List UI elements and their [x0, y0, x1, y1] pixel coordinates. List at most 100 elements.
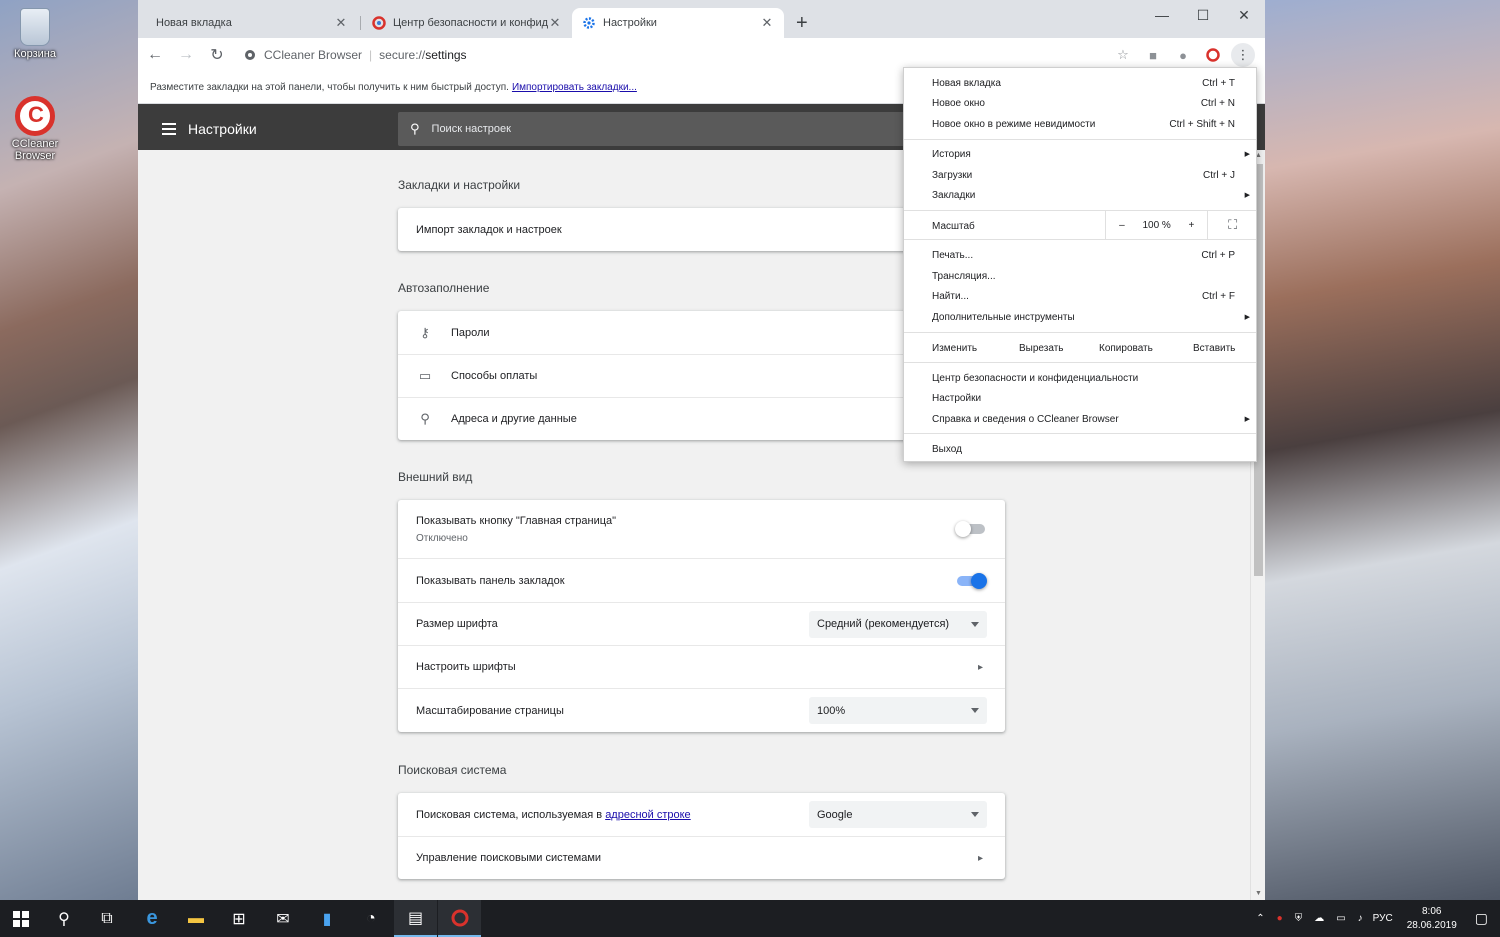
edge-icon: e: [146, 907, 158, 929]
task-view-button[interactable]: ⧉: [86, 900, 128, 937]
store-button[interactable]: ⊞: [218, 900, 260, 937]
zoom-in-button[interactable]: +: [1176, 220, 1208, 231]
zoom-out-button[interactable]: –: [1106, 220, 1138, 231]
menu-shortcut: Ctrl + T: [1202, 77, 1235, 89]
fullscreen-icon[interactable]: ⛶: [1207, 211, 1257, 239]
menu-label: Новое окно: [932, 97, 985, 109]
menu-item-find[interactable]: Найти... Ctrl + F: [904, 286, 1256, 306]
tab-security-center[interactable]: Центр безопасности и конфиде ✕: [362, 8, 572, 38]
video-icon[interactable]: ■: [1141, 43, 1165, 67]
row-sublabel: Отключено: [416, 532, 468, 544]
settings-search-input[interactable]: ⚲ Поиск настроек: [398, 112, 918, 146]
network-icon[interactable]: ▭: [1336, 913, 1345, 924]
zoom-controls: – 100 % + ⛶: [1105, 211, 1257, 239]
menu-item-new-tab[interactable]: Новая вкладка Ctrl + T: [904, 73, 1256, 93]
forward-button[interactable]: →: [172, 41, 200, 69]
shield-icon[interactable]: ⛨: [1295, 913, 1303, 924]
start-button[interactable]: [0, 900, 42, 937]
menu-divider: [904, 332, 1256, 333]
clock[interactable]: 8:06 28.06.2019: [1407, 905, 1457, 933]
page-title: Настройки: [188, 121, 257, 137]
menu-item-cast[interactable]: Трансляция...: [904, 266, 1256, 286]
customize-fonts-row[interactable]: Настроить шрифты ▸: [398, 645, 1005, 688]
menu-hamburger-icon[interactable]: [162, 123, 176, 135]
menu-item-exit[interactable]: Выход: [904, 439, 1256, 459]
font-size-select[interactable]: Средний (рекомендуется): [809, 610, 987, 638]
home-button-toggle[interactable]: [955, 521, 985, 537]
search-engine-select[interactable]: Google: [809, 801, 987, 828]
cloud-icon[interactable]: ☁: [1314, 913, 1324, 924]
file-explorer-button[interactable]: ▬: [175, 900, 217, 937]
url-path: settings: [425, 48, 467, 62]
row-label: Настроить шрифты: [416, 661, 516, 673]
close-icon[interactable]: ✕: [760, 15, 774, 31]
ccleaner-browser-icon: [451, 909, 468, 926]
back-button[interactable]: ←: [141, 41, 169, 69]
url-scheme: secure://: [379, 48, 426, 62]
close-icon[interactable]: ✕: [548, 15, 562, 31]
reload-button[interactable]: ↻: [203, 41, 231, 69]
menu-item-downloads[interactable]: Загрузки Ctrl + J: [904, 165, 1256, 185]
menu-item-bookmarks[interactable]: Закладки ▶: [904, 185, 1256, 205]
desktop-icon-recycle-bin[interactable]: Корзина: [8, 8, 62, 60]
new-tab-button[interactable]: +: [796, 12, 808, 35]
menu-shortcut: Ctrl + F: [1201, 290, 1235, 302]
volume-icon[interactable]: ♪: [1358, 913, 1363, 924]
notifications-icon[interactable]: ▢: [1475, 910, 1488, 927]
tab-settings[interactable]: Настройки ✕: [572, 8, 784, 38]
ccleaner-extension-icon[interactable]: [1201, 43, 1225, 67]
menu-item-new-window[interactable]: Новое окно Ctrl + N: [904, 93, 1256, 113]
menu-item-security-center[interactable]: Центр безопасности и конфиденциальности: [904, 368, 1256, 388]
menu-label: Новое окно в режиме невидимости: [932, 118, 1096, 130]
menu-label: Справка и сведения о CCleaner Browser: [932, 413, 1119, 425]
cut-button[interactable]: Вырезать: [1019, 343, 1099, 354]
search-taskbar-button[interactable]: ⚲: [43, 900, 85, 937]
manage-search-engines-row[interactable]: Управление поисковыми системами ▸: [398, 836, 1005, 879]
scroll-down-icon[interactable]: ▼: [1255, 890, 1262, 897]
chevron-up-icon[interactable]: ⌃: [1256, 913, 1264, 924]
adblock-icon[interactable]: ●: [1171, 43, 1195, 67]
copy-button[interactable]: Копировать: [1099, 343, 1193, 354]
star-icon[interactable]: ☆: [1111, 43, 1135, 67]
close-window-button[interactable]: ✕: [1224, 0, 1264, 30]
menu-divider: [904, 362, 1256, 363]
close-icon[interactable]: ✕: [334, 15, 348, 31]
app-taskbar-button[interactable]: ▮: [306, 900, 348, 937]
tray-app-icon[interactable]: ●: [1277, 913, 1283, 924]
more-vert-icon[interactable]: ⋮: [1231, 43, 1255, 67]
submenu-arrow-icon: ▶: [1244, 416, 1250, 423]
page-zoom-row: Масштабирование страницы 100%: [398, 688, 1005, 732]
desktop-icon-label: CCleaner Browser: [11, 138, 59, 162]
menu-item-print[interactable]: Печать... Ctrl + P: [904, 245, 1256, 265]
edge-taskbar-button[interactable]: e: [131, 900, 173, 937]
menu-item-settings[interactable]: Настройки: [904, 388, 1256, 408]
home-button-row: Показывать кнопку "Главная страница" Откл…: [398, 500, 1005, 558]
desktop-icon-ccleaner-browser[interactable]: CCleaner Browser: [8, 96, 62, 162]
language-indicator[interactable]: РУС: [1373, 913, 1393, 924]
menu-item-more-tools[interactable]: Дополнительные инструменты ▶: [904, 307, 1256, 327]
menu-item-help[interactable]: Справка и сведения о CCleaner Browser ▶: [904, 409, 1256, 429]
search-icon: ⚲: [410, 121, 420, 136]
menu-shortcut: Ctrl + J: [1203, 169, 1235, 181]
control-panel-taskbar-button[interactable]: ▤: [394, 900, 437, 937]
paste-button[interactable]: Вставить: [1193, 343, 1253, 354]
tab-new-tab[interactable]: Новая вкладка ✕: [146, 8, 358, 38]
mail-icon: ✉: [276, 910, 290, 928]
menu-item-history[interactable]: История ▶: [904, 144, 1256, 164]
address-bar[interactable]: CCleaner Browser | secure://settings: [234, 42, 1134, 68]
address-bar-link[interactable]: адресной строке: [605, 809, 691, 821]
page-zoom-select[interactable]: 100%: [809, 697, 987, 724]
menu-divider: [904, 433, 1256, 434]
row-label: Размер шрифта: [416, 618, 498, 630]
reload-icon: ↻: [210, 47, 224, 64]
mail-button[interactable]: ✉: [262, 900, 304, 937]
minimize-button[interactable]: —: [1142, 0, 1182, 30]
desktop-icon-label: Корзина: [14, 48, 56, 60]
bookmarks-bar-toggle[interactable]: [957, 572, 987, 589]
menu-item-incognito[interactable]: Новое окно в режиме невидимости Ctrl + Sh…: [904, 114, 1256, 134]
import-bookmarks-link[interactable]: Импортировать закладки...: [512, 82, 637, 93]
section-title-appearance: Внешний вид: [398, 470, 473, 484]
maximize-button[interactable]: ☐: [1183, 0, 1223, 30]
ccleaner-browser-taskbar-button[interactable]: [438, 900, 481, 937]
photos-taskbar-button[interactable]: ◔: [350, 900, 392, 937]
